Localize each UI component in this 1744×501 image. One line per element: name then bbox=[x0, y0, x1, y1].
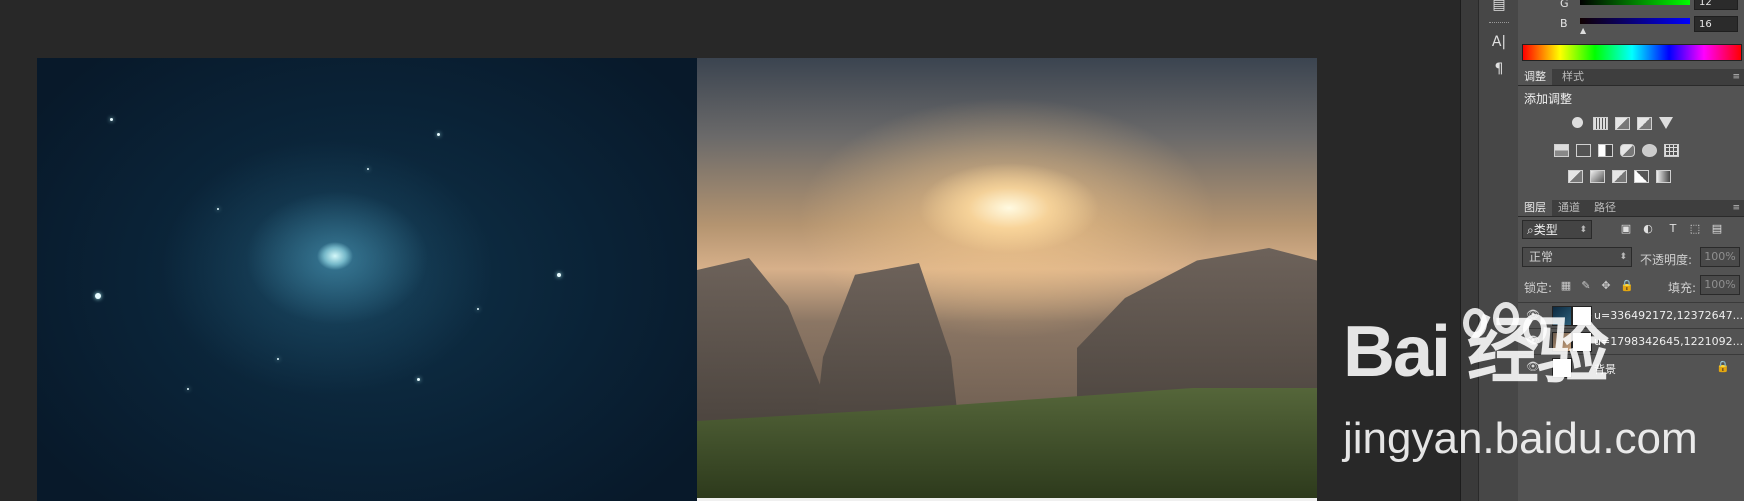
layer-row[interactable]: 👁 背景 🔒 bbox=[1518, 354, 1744, 380]
layer-name[interactable]: 背景 bbox=[1594, 361, 1616, 377]
b-slider[interactable] bbox=[1580, 18, 1690, 24]
adjustments-tabbar: 调整 样式 ≡ bbox=[1518, 69, 1744, 86]
search-icon: ⌕ bbox=[1527, 223, 1534, 237]
b-slider-thumb-icon[interactable]: ▲ bbox=[1580, 26, 1586, 35]
shape-filter-icon[interactable]: ⬚ bbox=[1689, 223, 1701, 235]
chevron-updown-icon: ⬍ bbox=[1579, 225, 1587, 235]
invert-icon[interactable] bbox=[1568, 170, 1583, 183]
add-adjustment-title: 添加调整 bbox=[1524, 92, 1573, 106]
exposure-icon[interactable] bbox=[1637, 117, 1652, 130]
opacity-input[interactable]: 100% bbox=[1700, 247, 1740, 267]
lock-position-icon[interactable]: ✥ bbox=[1600, 280, 1612, 292]
galaxy-image bbox=[37, 58, 697, 501]
layers-tabbar: 图层 通道 路径 ≡ bbox=[1518, 200, 1744, 217]
layer-mask-thumbnail bbox=[1572, 306, 1592, 326]
vibrance-icon[interactable] bbox=[1659, 117, 1673, 129]
tab-layers[interactable]: 图层 bbox=[1518, 200, 1552, 216]
tab-adjustments[interactable]: 调整 bbox=[1518, 69, 1552, 85]
hue-saturation-icon[interactable] bbox=[1554, 144, 1569, 157]
layers-menu-icon[interactable]: ≡ bbox=[1732, 200, 1740, 216]
fill-input[interactable]: 100% bbox=[1700, 275, 1740, 295]
filter-type-label: 类型 bbox=[1533, 223, 1558, 237]
eye-icon[interactable]: 👁 bbox=[1526, 335, 1540, 347]
g-value[interactable]: 12 bbox=[1694, 0, 1738, 10]
photo-filter-icon[interactable] bbox=[1620, 144, 1635, 157]
adjustment-filter-icon[interactable]: ◐ bbox=[1642, 223, 1654, 235]
blend-mode-value: 正常 bbox=[1529, 250, 1554, 264]
paragraph-panel-button[interactable]: ¶ bbox=[1485, 58, 1513, 80]
layer-thumbnail bbox=[1552, 358, 1572, 378]
selective-color-icon[interactable] bbox=[1634, 170, 1649, 183]
layer-thumbnail bbox=[1552, 306, 1572, 326]
layer-row[interactable]: 👁 u=1798342645,1221092... bbox=[1518, 328, 1744, 354]
eye-icon[interactable]: 👁 bbox=[1526, 309, 1540, 321]
lock-icon: 🔒 bbox=[1716, 360, 1730, 373]
fill-label: 填充: bbox=[1668, 281, 1697, 295]
color-spectrum-ramp[interactable] bbox=[1522, 44, 1742, 61]
gradient-map-icon[interactable] bbox=[1656, 170, 1671, 183]
chevron-updown-icon: ⬍ bbox=[1619, 252, 1627, 262]
blend-mode-select[interactable]: 正常 ⬍ bbox=[1522, 247, 1632, 267]
panel-tool-strip: ▤ A| ¶ bbox=[1478, 0, 1519, 501]
layer-filter-select[interactable]: ⌕类型 ⬍ bbox=[1522, 220, 1592, 239]
color-balance-icon[interactable] bbox=[1576, 144, 1591, 157]
channel-mixer-icon[interactable] bbox=[1642, 144, 1657, 157]
type-filter-icon[interactable]: T bbox=[1667, 223, 1679, 235]
panel-menu-icon[interactable]: ≡ bbox=[1732, 69, 1740, 85]
g-slider[interactable] bbox=[1580, 0, 1690, 5]
tab-channels[interactable]: 通道 bbox=[1552, 200, 1586, 216]
pixel-filter-icon[interactable]: ▣ bbox=[1620, 223, 1632, 235]
threshold-icon[interactable] bbox=[1612, 170, 1627, 183]
lock-image-brush-icon[interactable]: ✎ bbox=[1580, 280, 1592, 292]
vertical-scrollbar[interactable] bbox=[1460, 0, 1479, 501]
layer-name[interactable]: u=1798342645,1221092... bbox=[1594, 335, 1743, 348]
layer-row[interactable]: 👁 u=336492172,12372647... bbox=[1518, 302, 1744, 328]
levels-icon[interactable] bbox=[1593, 117, 1608, 130]
smart-object-filter-icon[interactable]: ▤ bbox=[1711, 223, 1723, 235]
brightness-contrast-icon[interactable] bbox=[1572, 117, 1583, 128]
opacity-label: 不透明度: bbox=[1640, 253, 1693, 267]
eye-icon[interactable]: 👁 bbox=[1526, 361, 1540, 373]
layer-mask-thumbnail bbox=[1572, 332, 1592, 352]
tab-styles[interactable]: 样式 bbox=[1556, 69, 1590, 85]
landscape-image bbox=[697, 58, 1317, 498]
lock-label: 锁定: bbox=[1524, 281, 1553, 295]
document-canvas[interactable] bbox=[0, 0, 1460, 501]
strip-grip bbox=[1489, 22, 1509, 25]
layer-name[interactable]: u=336492172,12372647... bbox=[1594, 309, 1743, 322]
posterize-icon[interactable] bbox=[1590, 170, 1605, 183]
color-slider-g[interactable]: G 12 bbox=[1518, 0, 1744, 14]
b-value[interactable]: 16 bbox=[1694, 16, 1738, 32]
lock-transparent-icon[interactable]: ▦ bbox=[1560, 280, 1572, 292]
g-label: G bbox=[1560, 0, 1569, 10]
lock-all-icon[interactable]: 🔒 bbox=[1620, 280, 1634, 292]
black-white-icon[interactable] bbox=[1598, 144, 1613, 157]
tab-paths[interactable]: 路径 bbox=[1588, 200, 1622, 216]
color-lookup-icon[interactable] bbox=[1664, 144, 1679, 157]
swatches-icon[interactable]: ▤ bbox=[1485, 0, 1513, 16]
character-panel-button[interactable]: A| bbox=[1485, 31, 1513, 53]
layer-filter-row: ⌕类型 ⬍ ▣ ◐ T ⬚ ▤ bbox=[1522, 220, 1740, 240]
curves-icon[interactable] bbox=[1615, 117, 1630, 130]
layer-thumbnail bbox=[1552, 332, 1572, 352]
color-slider-b[interactable]: B ▲ 16 bbox=[1518, 14, 1744, 35]
b-label: B bbox=[1560, 17, 1568, 30]
right-panels: G 12 B ▲ 16 调整 样式 ≡ 添加调整 图层 通道 路径 ≡ ⌕类型 bbox=[1518, 0, 1744, 501]
